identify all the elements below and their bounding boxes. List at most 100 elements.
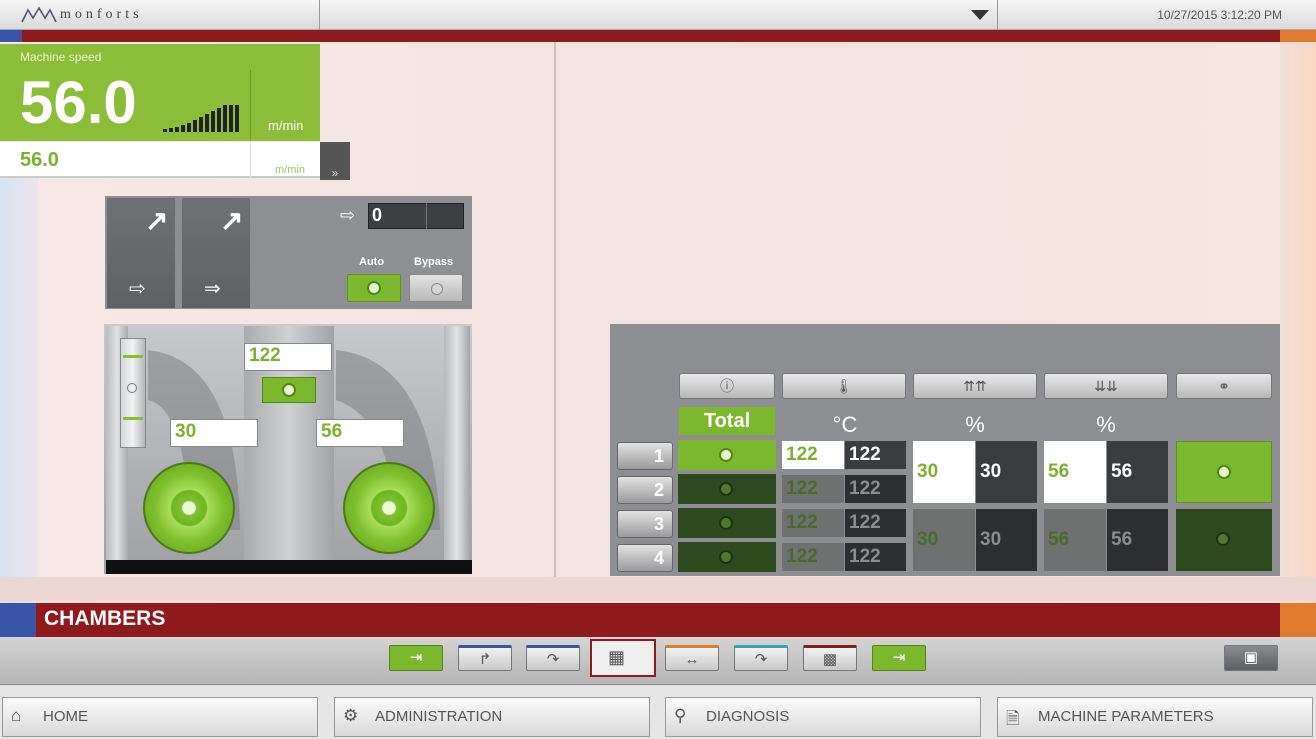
group-a-upper-actual: 30 [976, 441, 1037, 503]
nav-machine-parameters-label: MACHINE PARAMETERS [1038, 708, 1214, 725]
right-value-field[interactable]: 56 [316, 419, 404, 447]
chamber-fan-toggle[interactable] [262, 377, 316, 403]
entry-mode-button[interactable]: ↗ ⇨ [107, 198, 175, 308]
infeed-module-button[interactable]: ↱ [458, 645, 512, 671]
radio-dot-icon [1216, 532, 1230, 546]
screen-toggle-button[interactable]: ▣ [1224, 645, 1278, 671]
bypass-toggle[interactable] [409, 274, 463, 302]
radio-dot-icon [719, 550, 733, 564]
group-a-lower-actual: 56 [1107, 441, 1168, 503]
right-edge-band [1280, 42, 1316, 602]
row-2-temp-actual: 122 [845, 475, 906, 503]
radio-dot-icon [367, 281, 381, 295]
padder-module-button[interactable]: ↷ [526, 645, 580, 671]
row-3-temp-actual: 122 [845, 509, 906, 537]
row-3-toggle[interactable] [678, 508, 776, 538]
row-4-temp-actual: 122 [845, 543, 906, 571]
group-a-upper-setpoint[interactable]: 30 [913, 441, 975, 503]
entry-module-button[interactable]: ⇥ [389, 645, 443, 671]
row-4-toggle[interactable] [678, 542, 776, 572]
entry-arrow-icon: ⇨ [129, 278, 146, 300]
exit-module-button[interactable]: ⇥ [872, 645, 926, 671]
row-4-button[interactable]: 4 [617, 544, 673, 572]
row-2-toggle[interactable] [678, 474, 776, 504]
chambers-bar-orange [1280, 603, 1316, 637]
nav-home[interactable]: ⌂ HOME [2, 697, 318, 737]
signal-bars-icon [163, 104, 243, 132]
outfeed-module-icon: ↷ [754, 651, 768, 668]
row-2-button[interactable]: 2 [617, 476, 673, 504]
nav-administration[interactable]: ⚙ ADMINISTRATION [334, 697, 650, 737]
speed-setpoint-value: 56.0 [20, 149, 59, 171]
row-1-toggle[interactable] [678, 440, 776, 470]
row-1-button[interactable]: 1 [617, 442, 673, 470]
counter-separator [426, 203, 427, 229]
total-button[interactable]: Total [679, 407, 775, 435]
machine-speed-label: Machine speed [20, 50, 102, 64]
chambers-module-button[interactable]: ▦ [590, 639, 656, 677]
row-3-temp-setpoint[interactable]: 122 [782, 509, 844, 537]
triangle-down-icon[interactable] [971, 10, 989, 21]
right-fan-icon [343, 462, 435, 554]
chambers-module-icon: ▦ [608, 647, 626, 667]
lower-percent-label: % [1096, 412, 1116, 437]
row-3-button[interactable]: 3 [617, 510, 673, 538]
title-dropdown[interactable] [320, 0, 998, 30]
group-a-lower-setpoint[interactable]: 56 [1044, 441, 1106, 503]
group-b-lower-actual: 56 [1107, 509, 1168, 571]
speed-setpoint-separator [250, 142, 251, 178]
group-b-upper-setpoint[interactable]: 30 [913, 509, 975, 571]
nav-diagnosis-label: DIAGNOSIS [706, 708, 790, 725]
nav-machine-parameters[interactable]: 🗎 MACHINE PARAMETERS [997, 697, 1313, 737]
vertical-divider [554, 42, 556, 577]
circulation-icon: ⚭ [1218, 378, 1230, 394]
row-4-temp-setpoint[interactable]: 122 [782, 543, 844, 571]
nav-diagnosis[interactable]: ⚲ DIAGNOSIS [665, 697, 981, 737]
radio-dot-icon [1217, 465, 1231, 479]
arrow-up-right-icon: ↗ [145, 205, 169, 236]
width-module-button[interactable]: ↔ [665, 645, 719, 671]
info-column-button[interactable]: ⓘ [679, 373, 775, 399]
row-2-temp-setpoint[interactable]: 122 [782, 475, 844, 503]
padder-module-icon: ↷ [546, 651, 560, 668]
group-b-lower-setpoint[interactable]: 56 [1044, 509, 1106, 571]
speed-go-button[interactable]: » [320, 142, 350, 180]
row-1-temp-setpoint[interactable]: 122 [782, 441, 844, 469]
bypass-label: Bypass [414, 256, 454, 268]
circulation-column-button[interactable]: ⚭ [1176, 373, 1272, 399]
feed-mode-button[interactable]: ↗ ⇒ [182, 198, 250, 308]
datetime: 10/27/2015 3:12:20 PM [1157, 8, 1282, 22]
monitor-icon: ▣ [1243, 649, 1259, 666]
left-value-field[interactable]: 30 [170, 419, 258, 447]
chamber-temp-field[interactable]: 122 [244, 343, 332, 371]
lower-nozzle-column-button[interactable]: ⇊⇊ [1044, 373, 1168, 399]
double-chevron-right-icon: » [331, 166, 339, 180]
counter-field[interactable] [368, 203, 464, 229]
module-icon-bar [0, 637, 1316, 685]
cooling-module-icon: ▩ [822, 651, 838, 668]
chamber-floor [106, 560, 472, 574]
radio-dot-icon [719, 448, 733, 462]
counter-value: 0 [372, 205, 383, 225]
radio-dot-icon [431, 283, 443, 295]
auto-toggle[interactable] [347, 274, 401, 302]
auto-label: Auto [359, 256, 385, 268]
upper-percent-label: % [965, 412, 985, 437]
group-a-circulation-toggle[interactable] [1176, 441, 1272, 503]
feed-arrow-icon: ⇒ [204, 278, 221, 300]
left-fan-icon [143, 462, 235, 554]
section-title: CHAMBERS [44, 607, 166, 630]
radio-dot-icon [719, 482, 733, 496]
entry-small-icon: ⇨ [340, 205, 356, 225]
right-column [444, 326, 470, 562]
upper-nozzle-column-button[interactable]: ⇈⇈ [913, 373, 1037, 399]
radio-dot-icon [282, 383, 296, 397]
document-icon: 🗎 [1006, 709, 1020, 728]
temperature-column-button[interactable]: 🌡 [782, 373, 906, 399]
row-1-temp-actual: 122 [845, 441, 906, 469]
top-bar [0, 0, 1316, 30]
outfeed-module-button[interactable]: ↷ [734, 645, 788, 671]
cooling-module-button[interactable]: ▩ [803, 645, 857, 671]
group-b-circulation-toggle[interactable] [1176, 509, 1272, 571]
strip-blue [0, 30, 22, 42]
